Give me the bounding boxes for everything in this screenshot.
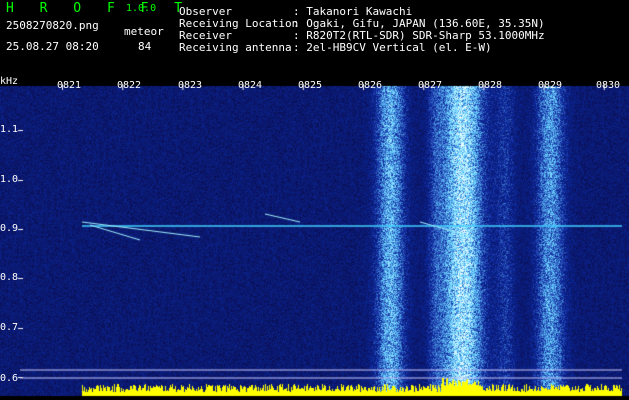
y-tick-label: 0.8 <box>0 272 19 283</box>
header-panel: H R O F F T 1.0.0 2508270820.png 25.08.2… <box>0 0 629 72</box>
y-tick-label: 0.9 <box>0 223 19 234</box>
x-tick-label: 0821 <box>57 80 82 91</box>
file-name: 2508270820.png <box>6 19 99 32</box>
antenna-value: : 2el-HB9CV Vertical (el. E-W) <box>293 41 492 54</box>
x-tick-label: 0823 <box>178 80 203 91</box>
y-tick-label: 1.0 <box>0 174 19 185</box>
y-tick-label: 1.1 <box>0 124 19 135</box>
meteor-label: meteor <box>124 25 164 38</box>
y-tick-label: 0.6 <box>0 373 19 384</box>
x-tick-label: 0828 <box>478 80 503 91</box>
app-brand: H R O F F T <box>6 1 192 16</box>
x-tick-label: 0824 <box>238 80 263 91</box>
x-tick-label: 0822 <box>117 80 142 91</box>
y-tick-label: 0.7 <box>0 322 19 333</box>
app-version: 1.0.0 <box>126 3 157 14</box>
meteor-count: 84 <box>138 40 152 53</box>
x-tick-label: 0829 <box>538 80 563 91</box>
spectrogram-canvas <box>0 72 629 400</box>
antenna-label: Receiving antenna <box>179 41 292 54</box>
y-axis-unit: kHz <box>0 76 19 87</box>
x-tick-label: 0825 <box>298 80 323 91</box>
x-tick-label: 0827 <box>418 80 443 91</box>
x-tick-label: 0830 <box>596 80 621 91</box>
x-tick-label: 0826 <box>358 80 383 91</box>
date-time: 25.08.27 08:20 <box>6 40 99 53</box>
